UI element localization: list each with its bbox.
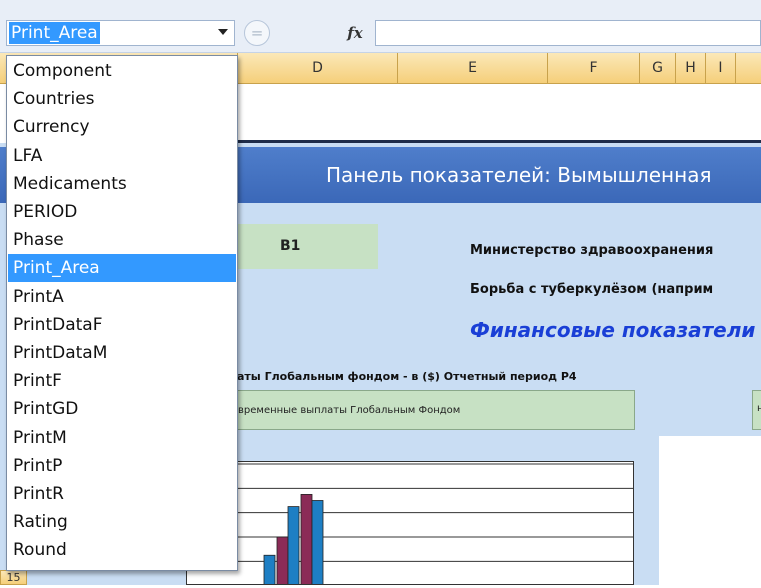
row-header-15[interactable]: 15 (0, 570, 27, 585)
right-green-letter: н (757, 403, 761, 414)
column-header-i[interactable]: I (706, 53, 736, 83)
column-header-f[interactable]: F (548, 53, 640, 83)
dropdown-item[interactable]: PrintM (8, 424, 236, 452)
column-header-e[interactable]: E (398, 53, 548, 83)
dropdown-item[interactable]: Currency (8, 113, 236, 141)
b1-label: B1 (280, 238, 301, 254)
formula-bar: Print_Area = fx (0, 0, 761, 53)
dropdown-item[interactable]: PrintF (8, 367, 236, 395)
dropdown-item[interactable]: Medicaments (8, 170, 236, 198)
dropdown-item[interactable]: Rating (8, 508, 236, 536)
b1-cell[interactable] (237, 224, 378, 269)
white-panel (659, 436, 761, 585)
dropdown-item[interactable]: PrintGD (8, 395, 236, 423)
column-header-g[interactable]: G (640, 53, 676, 83)
insert-function-icon[interactable]: fx (340, 20, 370, 46)
financial-indicators-title: Финансовые показатели (470, 318, 756, 342)
dropdown-item[interactable]: PrintR (8, 480, 236, 508)
payments-label: аты Глобальным фондом - в ($) Отчетный п… (237, 370, 577, 383)
column-header-j[interactable] (736, 53, 761, 83)
name-box-value[interactable]: Print_Area (9, 22, 100, 44)
column-header-h[interactable]: H (676, 53, 706, 83)
timely-payments-label: временные выплаты Глобальным Фондом (238, 405, 461, 416)
dropdown-item[interactable]: PrintP (8, 452, 236, 480)
dropdown-item[interactable]: Round (8, 536, 236, 564)
ministry-label: Министерство здравоохранения (470, 243, 714, 258)
timely-payments-cell[interactable]: временные выплаты Глобальным Фондом (237, 390, 635, 430)
tb-label: Борьба с туберкулёзом (наприм (470, 282, 714, 297)
dropdown-item[interactable]: PrintDataM (8, 339, 236, 367)
dropdown-item[interactable]: LFA (8, 142, 236, 170)
cancel-icon[interactable]: = (244, 20, 270, 46)
row-cell[interactable] (27, 570, 186, 585)
name-box-dropdown[interactable]: Component Countries Currency LFA Medicaments… (6, 55, 238, 571)
dropdown-item[interactable]: PERIOD (8, 198, 236, 226)
dropdown-item[interactable]: Component (8, 57, 236, 85)
chart-bar (311, 500, 324, 588)
dashboard-title: Панель показателей: Вымышленная (326, 163, 712, 187)
dropdown-item[interactable]: Countries (8, 85, 236, 113)
dropdown-item[interactable]: PrintDataF (8, 311, 236, 339)
dropdown-item[interactable]: Phase (8, 226, 236, 254)
chart-bar (263, 554, 276, 588)
chart-bar (300, 494, 313, 588)
chart-svg (187, 463, 633, 588)
column-header-d[interactable]: D (238, 53, 398, 83)
payments-chart[interactable] (186, 461, 634, 588)
chart-bar (287, 506, 300, 588)
chevron-down-icon[interactable] (218, 29, 228, 35)
chart-bar (276, 536, 289, 588)
dropdown-item[interactable]: Print_Area (8, 254, 236, 283)
name-box[interactable]: Print_Area (6, 20, 235, 46)
dropdown-item[interactable]: PrintA (8, 283, 236, 311)
formula-input[interactable] (375, 20, 761, 46)
